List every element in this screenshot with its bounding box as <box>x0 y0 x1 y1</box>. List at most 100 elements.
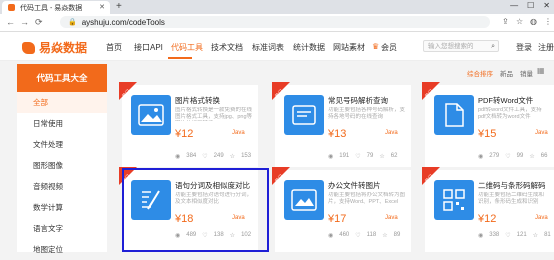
search-placeholder: 输入您想搜索的 <box>428 43 474 50</box>
pdf-thumb-icon <box>434 95 474 135</box>
card-lang: Java <box>535 130 548 136</box>
views-count: 338 <box>489 232 500 238</box>
tool-card[interactable]: 热门 二维码与条形码解码 功能主要包括二维码生成和识别，条形码生成和识别 ¥12… <box>422 167 554 252</box>
profile-icon[interactable]: ◍ <box>530 17 537 26</box>
phone-number-thumb-icon <box>284 95 324 135</box>
url-text: ayshuju.com/codeTools <box>81 17 165 27</box>
minimize-icon[interactable]: — <box>510 1 518 10</box>
reload-icon[interactable]: ⟳ <box>35 17 43 28</box>
sidebar-item-files[interactable]: 文件处理 <box>17 134 107 155</box>
tool-card[interactable]: 热门 PDF转Word文件 pdf转word文件工具，支持pdf文档转为word… <box>422 82 554 167</box>
logo-mark-icon <box>22 41 35 54</box>
views-icon: ◉ <box>478 154 484 160</box>
views-icon: ◉ <box>328 233 334 239</box>
login-link[interactable]: 登录 <box>516 42 532 53</box>
tool-card[interactable]: 热门 办公文件转图片 功能主要包括将办公文档转为图片，支持Word、PPT、Ex… <box>272 167 411 252</box>
card-desc: 图片格式转换是一款免费的在线图片格式工具，支持jpg、png等图片的相互转换 <box>175 107 253 120</box>
likes-icon: ♡ <box>505 233 511 239</box>
sidebar-item-images[interactable]: 图形图像 <box>17 155 107 176</box>
window-controls: — ☐ ✕ <box>510 1 550 10</box>
views-icon: ◉ <box>175 154 181 160</box>
views-count: 279 <box>489 153 500 159</box>
favorites-icon: ☆ <box>382 233 388 239</box>
sort-sales[interactable]: 销量 <box>520 68 533 78</box>
active-menu-underline <box>168 57 192 59</box>
card-desc: 功能主要包括二维码生成和识别，条形码生成和识别 <box>478 192 545 205</box>
sidebar-item-math[interactable]: 数学计算 <box>17 197 107 218</box>
menu-vocab[interactable]: 标准词表 <box>252 42 284 53</box>
new-tab-icon[interactable]: + <box>116 1 122 12</box>
sidebar-item-map[interactable]: 地图定位 <box>17 239 107 260</box>
card-stats: ◉ 191 ♡ 79 ☆ 62 <box>328 153 397 160</box>
card-title: 图片格式转换 <box>175 96 220 105</box>
browser-tabbar: 代码工具 - 易焱数据 ✕ + — ☐ ✕ <box>0 0 554 14</box>
more-icon[interactable]: ⋮ <box>544 17 552 26</box>
views-count: 191 <box>339 153 350 159</box>
views-icon: ◉ <box>478 233 484 239</box>
sort-new[interactable]: 新品 <box>500 68 513 78</box>
close-window-icon[interactable]: ✕ <box>543 1 550 10</box>
likes-count: 79 <box>366 153 374 159</box>
back-icon[interactable]: ← <box>6 17 15 27</box>
card-price: ¥15 <box>478 128 497 140</box>
office-to-image-thumb-icon <box>284 180 324 220</box>
sidebar-item-daily[interactable]: 日常使用 <box>17 113 107 134</box>
card-stats: ◉ 384 ♡ 249 ☆ 153 <box>175 153 251 160</box>
maximize-icon[interactable]: ☐ <box>527 1 534 10</box>
favorites-icon: ☆ <box>379 154 385 160</box>
site-favicon <box>8 4 15 11</box>
search-icon[interactable]: ⌕ <box>491 41 495 53</box>
likes-icon: ♡ <box>505 154 511 160</box>
menu-member[interactable]: 会员 <box>381 42 397 53</box>
menu-tech-docs[interactable]: 技术文档 <box>211 42 243 53</box>
likes-icon: ♡ <box>355 233 361 239</box>
card-lang: Java <box>232 130 245 136</box>
card-price: ¥12 <box>175 128 194 140</box>
sidebar-item-all[interactable]: 全部 <box>17 92 107 113</box>
favorites-icon: ☆ <box>229 154 236 160</box>
menu-home[interactable]: 首页 <box>106 42 122 53</box>
url-field[interactable]: 🔒 ayshuju.com/codeTools <box>60 16 490 28</box>
card-price: ¥17 <box>328 213 347 225</box>
site-logo[interactable]: 易焱数据 <box>22 39 87 56</box>
sidebar-item-language[interactable]: 语言文字 <box>17 218 107 239</box>
star-icon[interactable]: ☆ <box>516 17 523 26</box>
tool-card[interactable]: 热门 常见号码解析查询 功能主要包括各种号码解析，支持各地号码的在线查询 ¥13… <box>272 82 411 167</box>
menu-code-tools[interactable]: 代码工具 <box>171 42 203 53</box>
search-input[interactable]: 输入您想搜索的 ⌕ <box>423 40 499 52</box>
sidebar-title: 代码工具大全 <box>17 64 107 92</box>
menu-materials[interactable]: 网站素材 <box>333 42 365 53</box>
forward-icon[interactable]: → <box>20 17 29 27</box>
close-tab-icon[interactable]: ✕ <box>99 3 105 11</box>
image-convert-thumb-icon <box>131 95 171 135</box>
share-icon[interactable]: ⇪ <box>502 17 509 26</box>
register-link[interactable]: 注册 <box>538 42 554 53</box>
favorites-count: 66 <box>540 153 548 159</box>
card-desc: 功能主要包括将办公文档转为图片，支持Word、PPT、Excel <box>328 192 406 205</box>
member-crown-icon: ♛ <box>372 42 380 51</box>
sort-default[interactable]: 综合排序 <box>467 68 493 78</box>
menu-stats[interactable]: 统计数据 <box>293 42 325 53</box>
card-lang: Java <box>385 215 398 221</box>
category-sidebar: 代码工具大全 全部 日常使用 文件处理 图形图像 音频视频 数学计算 语言文字 … <box>17 64 107 254</box>
browser-tab[interactable]: 代码工具 - 易焱数据 ✕ <box>2 1 110 14</box>
card-price: ¥12 <box>478 213 497 225</box>
site-header: 易焱数据 首页 接口API 代码工具 技术文档 标准词表 统计数据 网站素材 ♛… <box>0 32 554 61</box>
card-title: 办公文件转图片 <box>328 181 381 190</box>
card-desc: 功能主要包括各种号码解析，支持各地号码的在线查询 <box>328 107 406 120</box>
grid-view-icon[interactable]: ▦ <box>537 66 545 75</box>
card-title: 二维码与条形码解码 <box>478 181 546 190</box>
views-icon: ◉ <box>328 154 334 160</box>
menu-api[interactable]: 接口API <box>134 42 163 53</box>
card-title: 常见号码解析查询 <box>328 96 388 105</box>
views-count: 460 <box>339 232 350 238</box>
card-stats: ◉ 279 ♡ 99 ☆ 66 <box>478 153 547 160</box>
tool-card[interactable]: 热门 图片格式转换 图片格式转换是一款免费的在线图片格式工具，支持jpg、png… <box>119 82 258 167</box>
likes-icon: ♡ <box>202 154 208 160</box>
card-desc: pdf转word文件工具，支持pdf文档转为word文件 <box>478 107 542 120</box>
address-bar-row: ← → ⟳ 🔒 ayshuju.com/codeTools ⇪ ☆ ◍ ⋮ <box>0 14 554 32</box>
sidebar-item-audio-video[interactable]: 音频视频 <box>17 176 107 197</box>
likes-count: 99 <box>516 153 524 159</box>
likes-count: 118 <box>366 232 377 238</box>
likes-icon: ♡ <box>355 154 361 160</box>
